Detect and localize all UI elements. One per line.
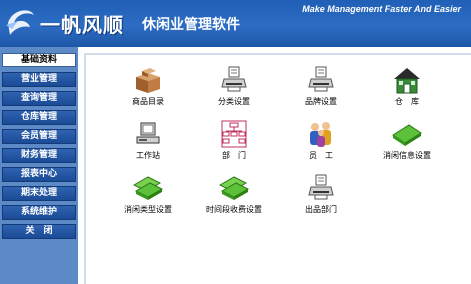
sidebar-item-member[interactable]: 会员管理 — [2, 129, 76, 144]
sidebar-item-basic-data[interactable]: 基础资料 — [2, 53, 76, 67]
logo-swirl-icon — [6, 10, 34, 36]
sidebar-item-finance[interactable]: 财务管理 — [2, 148, 76, 163]
tile-label: 部 门 — [222, 151, 246, 160]
app-title: 一帆风顺 — [40, 13, 124, 37]
tile-product-catalog[interactable]: 商品目录 — [108, 65, 188, 109]
tile-brand-settings[interactable]: 品牌设置 — [281, 65, 361, 109]
sidebar-item-business[interactable]: 营业管理 — [2, 72, 76, 87]
main-content: 商品目录 分类设置 品牌设置 仓 库 工作站 部 门 员 工 消闲信息设置 消闲… — [78, 47, 471, 284]
tile-employee[interactable]: 员 工 — [281, 119, 361, 163]
header-banner: 一帆风顺 休闲业管理软件 Make Management Faster And … — [0, 0, 471, 47]
tile-label: 出品部门 — [305, 205, 337, 214]
tile-label: 仓 库 — [395, 97, 419, 106]
people-icon — [310, 122, 331, 147]
printer-doc-icon — [308, 66, 334, 92]
tile-label: 时间段收费设置 — [206, 205, 262, 214]
tile-label: 员 工 — [309, 151, 333, 160]
sidebar-item-reports[interactable]: 报表中心 — [2, 167, 76, 182]
sidebar-item-system[interactable]: 系统维护 — [2, 205, 76, 220]
tile-label: 品牌设置 — [305, 97, 337, 106]
green-card-stack-icon — [218, 176, 250, 200]
tile-time-slot-fee-settings[interactable]: 时间段收费设置 — [194, 173, 274, 217]
tile-workstation[interactable]: 工作站 — [108, 119, 188, 163]
sidebar-item-period-end[interactable]: 期末处理 — [2, 186, 76, 201]
green-card-icon — [392, 124, 422, 146]
tile-leisure-info-settings[interactable]: 消闲信息设置 — [367, 119, 447, 163]
slogan: Make Management Faster And Easier — [302, 4, 461, 14]
tile-category-settings[interactable]: 分类设置 — [194, 65, 274, 109]
tile-department[interactable]: 部 门 — [194, 119, 274, 163]
tile-leisure-type-settings[interactable]: 消闲类型设置 — [108, 173, 188, 217]
tile-label: 工作站 — [136, 151, 160, 160]
printer-doc-icon — [308, 174, 334, 200]
tile-label: 消闲类型设置 — [124, 205, 172, 214]
boxes-icon — [136, 68, 160, 93]
tile-output-department[interactable]: 出品部门 — [281, 173, 361, 217]
app-subtitle: 休闲业管理软件 — [142, 17, 240, 33]
tile-label: 商品目录 — [132, 97, 164, 106]
org-chart-icon — [221, 120, 247, 148]
tile-label: 分类设置 — [218, 97, 250, 106]
computer-icon — [136, 122, 160, 144]
tile-warehouse[interactable]: 仓 库 — [367, 65, 447, 109]
sidebar: 基础资料 营业管理 查询管理 仓库管理 会员管理 财务管理 报表中心 期末处理 … — [0, 47, 78, 284]
house-icon — [394, 68, 420, 94]
sidebar-item-warehouse[interactable]: 仓库管理 — [2, 110, 76, 125]
printer-doc-icon — [221, 66, 247, 92]
tile-label: 消闲信息设置 — [383, 151, 431, 160]
green-card-stack-icon — [132, 176, 164, 200]
sidebar-item-close[interactable]: 关 闭 — [2, 224, 76, 239]
sidebar-item-query[interactable]: 查询管理 — [2, 91, 76, 106]
